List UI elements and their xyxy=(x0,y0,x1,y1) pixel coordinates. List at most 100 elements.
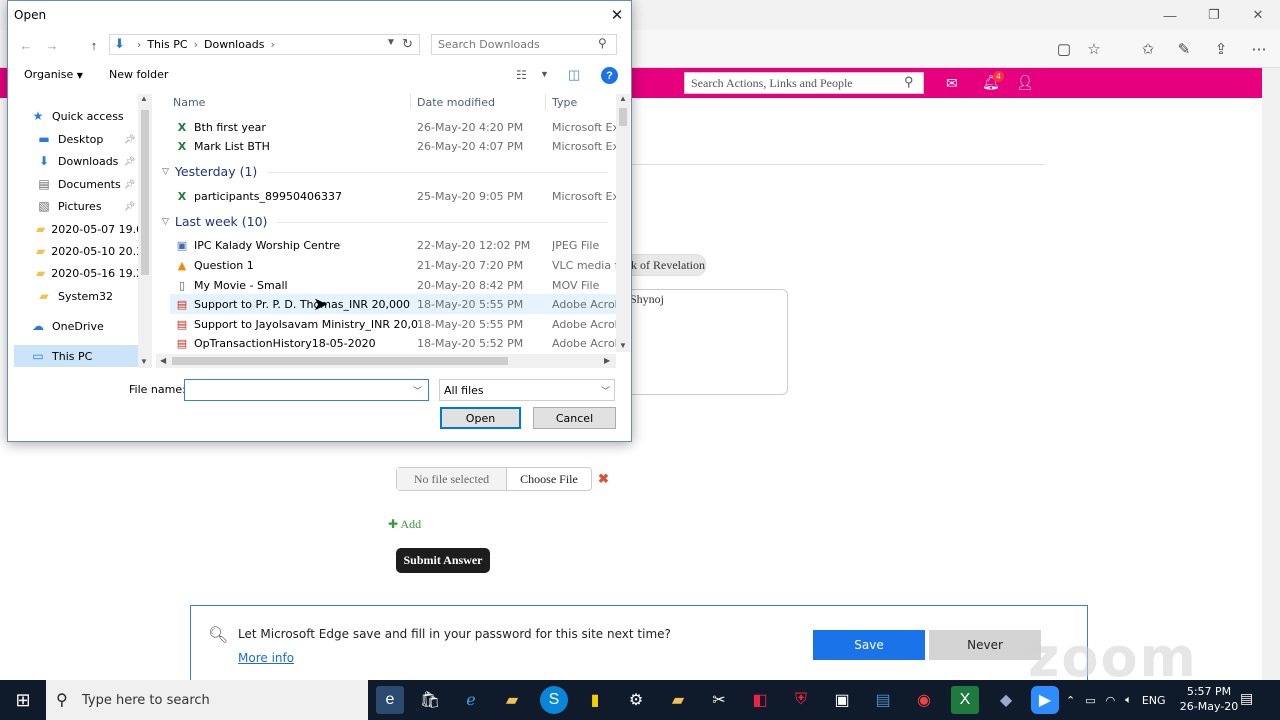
scroll-left-icon[interactable]: ◀ xyxy=(160,356,166,365)
zoom-app-icon[interactable]: ▶ xyxy=(1031,686,1059,714)
column-header-type[interactable]: Type xyxy=(552,96,577,109)
edge-app-icon[interactable]: e xyxy=(376,686,404,714)
scroll-down-icon[interactable]: ▼ xyxy=(140,357,148,366)
app-icon[interactable]: ⚙ xyxy=(622,686,650,714)
nav-folder-3[interactable]: ▰ 2020-05-16 19.25 xyxy=(36,262,138,284)
file-type-select[interactable]: All files xyxy=(439,379,615,401)
search-downloads-input[interactable]: Search Downloads xyxy=(431,34,617,55)
group-header-last-week[interactable]: ▽ Last week (10) xyxy=(162,214,267,229)
file-explorer-icon[interactable]: ▰ xyxy=(498,686,526,714)
remove-file-icon[interactable]: ✖ xyxy=(598,471,609,487)
column-header-name[interactable]: Name xyxy=(173,96,205,109)
file-list-scrollbar[interactable] xyxy=(616,94,630,352)
file-row[interactable]: ▣ IPC Kalady Worship Centre 22-May-20 12:0… xyxy=(170,235,616,255)
submit-answer-button[interactable]: Submit Answer xyxy=(396,548,490,573)
mail-icon[interactable]: ✉ xyxy=(946,75,958,92)
nav-quick-access[interactable]: ★ Quick access xyxy=(30,105,124,127)
nav-folder-2[interactable]: ▰ 2020-05-10 20.34 xyxy=(36,240,138,262)
nav-documents[interactable]: ▤ Documents xyxy=(36,173,120,195)
save-password-button[interactable]: Save xyxy=(813,630,925,660)
file-row[interactable]: ▤ Support to Jayolsavam Ministry_INR 20,0… xyxy=(170,314,616,334)
file-row[interactable]: X Bth first year 26-May-20 4:20 PM Microsof… xyxy=(170,117,616,137)
add-link[interactable]: ✚ Add xyxy=(388,517,421,532)
pen-icon[interactable]: ✎ xyxy=(1173,38,1195,60)
nav-scroll-thumb[interactable] xyxy=(141,110,149,275)
close-icon[interactable]: ✕ xyxy=(607,5,627,25)
nav-pictures[interactable]: ▧ Pictures xyxy=(36,195,101,217)
nav-system32[interactable]: ▰ System32 xyxy=(36,285,113,307)
skype-icon[interactable]: S xyxy=(540,686,568,714)
file-row[interactable]: ▯ My Movie - Small 20-May-20 8:42 PM MOV Fi… xyxy=(170,275,616,295)
language-indicator[interactable]: ENG xyxy=(1142,694,1166,707)
store-app-icon[interactable]: 🛍︎ xyxy=(416,686,444,714)
close-browser-icon[interactable]: ✕ xyxy=(1236,0,1280,30)
breadcrumb-downloads[interactable]: Downloads xyxy=(204,38,264,51)
windows-start-icon[interactable]: ⊞ xyxy=(0,680,46,720)
group-header-yesterday[interactable]: ▽ Yesterday (1) xyxy=(162,164,257,179)
organise-menu[interactable]: Organise ▼ xyxy=(24,68,83,81)
view-options-icon[interactable]: ☷ xyxy=(516,68,527,82)
scroll-up-icon[interactable]: ▲ xyxy=(619,94,627,103)
chevron-down-icon[interactable]: ﹀ xyxy=(413,384,422,397)
nav-downloads[interactable]: ⬇ Downloads xyxy=(36,150,118,172)
sticky-notes-icon[interactable]: ▮ xyxy=(581,686,609,714)
file-row[interactable]: ▤ OpTransactionHistory18-05-2020 18-May-20… xyxy=(170,333,616,353)
never-button[interactable]: Never xyxy=(929,630,1041,660)
excel-app-icon[interactable]: X xyxy=(951,686,979,714)
favorites-icon[interactable]: ✩ xyxy=(1137,38,1159,60)
help-icon[interactable]: ? xyxy=(601,67,618,84)
more-icon[interactable]: ⋯ xyxy=(1248,38,1270,60)
battery-icon[interactable]: ▭ xyxy=(1085,694,1095,707)
chevron-down-icon[interactable]: ▼ xyxy=(386,37,400,53)
chrome-app-icon[interactable]: ◉ xyxy=(910,686,938,714)
clock[interactable]: 5:57 PM 26-May-20 xyxy=(1176,684,1242,714)
file-row[interactable]: X Mark List BTH 26-May-20 4:07 PM Microsoft… xyxy=(170,136,616,156)
scroll-up-icon[interactable]: ▲ xyxy=(140,94,148,103)
file-name-input[interactable] xyxy=(184,379,429,401)
preview-pane-icon[interactable]: ◫ xyxy=(568,67,580,83)
chevron-up-icon[interactable]: ⌃ xyxy=(1066,694,1075,707)
reading-view-icon[interactable]: ▢ xyxy=(1053,38,1075,60)
forward-icon[interactable]: → xyxy=(42,36,62,54)
nav-desktop[interactable]: ▬ Desktop xyxy=(36,128,103,150)
folder-app-icon[interactable]: ▰ xyxy=(664,686,692,714)
choose-file-button[interactable]: Choose File xyxy=(507,468,591,490)
file-list-scroll-thumb[interactable] xyxy=(619,108,627,126)
file-row[interactable]: ▲ Question 1 21-May-20 7:20 PM VLC media fi xyxy=(170,255,616,275)
more-info-link[interactable]: More info xyxy=(238,651,294,665)
volume-icon[interactable]: 🔈︎ xyxy=(1125,693,1132,707)
file-row[interactable]: Xparticipants_89950406337 25-May-20 9:05 … xyxy=(170,186,616,206)
page-scrollbar[interactable] xyxy=(1262,68,1280,680)
cancel-button[interactable]: Cancel xyxy=(533,407,616,429)
user-menu-icon[interactable]: 👤︎ xyxy=(1016,74,1034,91)
nav-this-pc[interactable]: ▭ This PC xyxy=(30,345,92,367)
app-icon-4[interactable]: ◆ xyxy=(992,686,1020,714)
open-button[interactable]: Open xyxy=(440,407,521,429)
file-upload-field[interactable]: No file selected Choose File xyxy=(396,467,592,491)
caret-down-icon[interactable]: ▼ xyxy=(540,69,549,79)
office-app-icon[interactable]: ◧ xyxy=(746,686,774,714)
scroll-down-icon[interactable]: ▼ xyxy=(619,341,627,350)
wifi-icon[interactable]: ◠ xyxy=(1106,694,1116,707)
share-icon[interactable]: ⇪ xyxy=(1210,38,1232,60)
horizontal-scroll-thumb[interactable] xyxy=(172,357,508,365)
file-row[interactable]: ▤ Support to Pr. P. D. Thomas_INR 20,000 1… xyxy=(170,294,616,314)
up-icon[interactable]: ↑ xyxy=(84,36,104,54)
refresh-icon[interactable]: ↻ xyxy=(402,36,418,52)
site-search-input[interactable]: Search Actions, Links and People xyxy=(684,72,924,94)
app-icon-3[interactable]: ▤ xyxy=(869,686,897,714)
restore-icon[interactable]: ❐ xyxy=(1192,0,1236,30)
column-header-date[interactable]: Date modified xyxy=(417,96,495,109)
minimize-icon[interactable]: — xyxy=(1148,0,1192,30)
taskbar-search-input[interactable]: Type here to search xyxy=(46,680,368,720)
snip-app-icon[interactable]: ✂ xyxy=(705,686,733,714)
scroll-right-icon[interactable]: ▶ xyxy=(604,356,610,365)
chevron-down-icon[interactable]: ﹀ xyxy=(601,384,610,397)
breadcrumb-this-pc[interactable]: This PC xyxy=(147,38,187,51)
shield-app-icon[interactable]: ⛨ xyxy=(787,686,815,714)
search-icon[interactable]: ⚲ xyxy=(904,74,922,92)
nav-folder-1[interactable]: ▰ 2020-05-07 19.0( xyxy=(36,218,138,240)
column-divider[interactable] xyxy=(545,94,546,110)
action-center-icon[interactable]: ▤ xyxy=(1240,690,1258,708)
new-folder-button[interactable]: New folder xyxy=(109,68,168,81)
